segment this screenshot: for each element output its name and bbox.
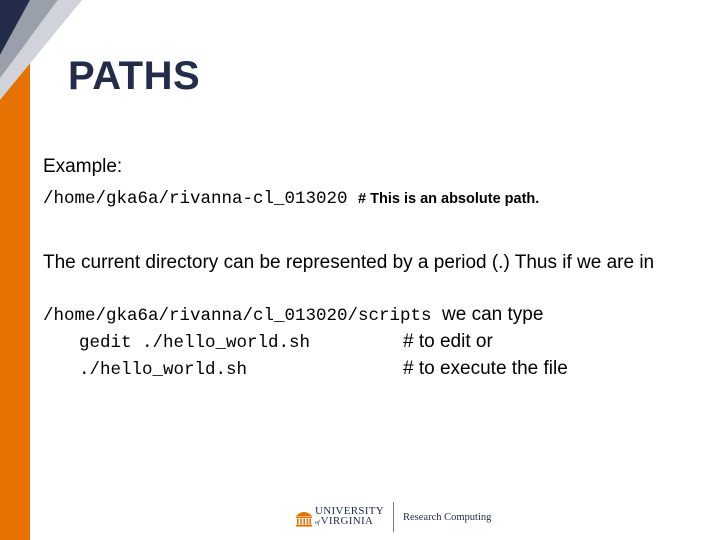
footer-logo: UNIVERSITY of VIRGINIA Research Computin… [295, 500, 491, 534]
rotunda-logo-icon [296, 512, 312, 527]
slide-title: PATHS [68, 54, 201, 98]
gedit-comment: # to edit or [403, 331, 493, 352]
gedit-command: gedit ./hello_world.sh [79, 333, 311, 353]
current-directory-text: The current directory can be represented… [43, 252, 655, 273]
university-of: of [315, 520, 320, 526]
relative-path-line: /home/gka6a/rivanna/cl_013020/scripts we… [43, 304, 543, 326]
absolute-path: /home/gka6a/rivanna-cl_013020 [43, 189, 348, 209]
absolute-path-line: /home/gka6a/rivanna-cl_013020 # This is … [43, 189, 539, 209]
university-wordmark: UNIVERSITY of VIRGINIA [315, 506, 384, 528]
command-line-2: ./hello_world.sh # to execute the file [79, 358, 568, 380]
we-can-type-text: we can type [442, 304, 544, 325]
footer-divider [393, 502, 394, 532]
execute-comment: # to execute the file [403, 358, 568, 379]
scripts-path: /home/gka6a/rivanna/cl_013020/scripts [43, 306, 432, 326]
example-label: Example: [43, 156, 123, 177]
research-computing-label: Research Computing [403, 511, 492, 523]
execute-command: ./hello_world.sh [79, 360, 248, 380]
absolute-path-note: # This is an absolute path. [358, 191, 540, 207]
command-line-1: gedit ./hello_world.sh # to edit or [79, 331, 493, 353]
virginia-line: VIRGINIA [320, 515, 374, 527]
